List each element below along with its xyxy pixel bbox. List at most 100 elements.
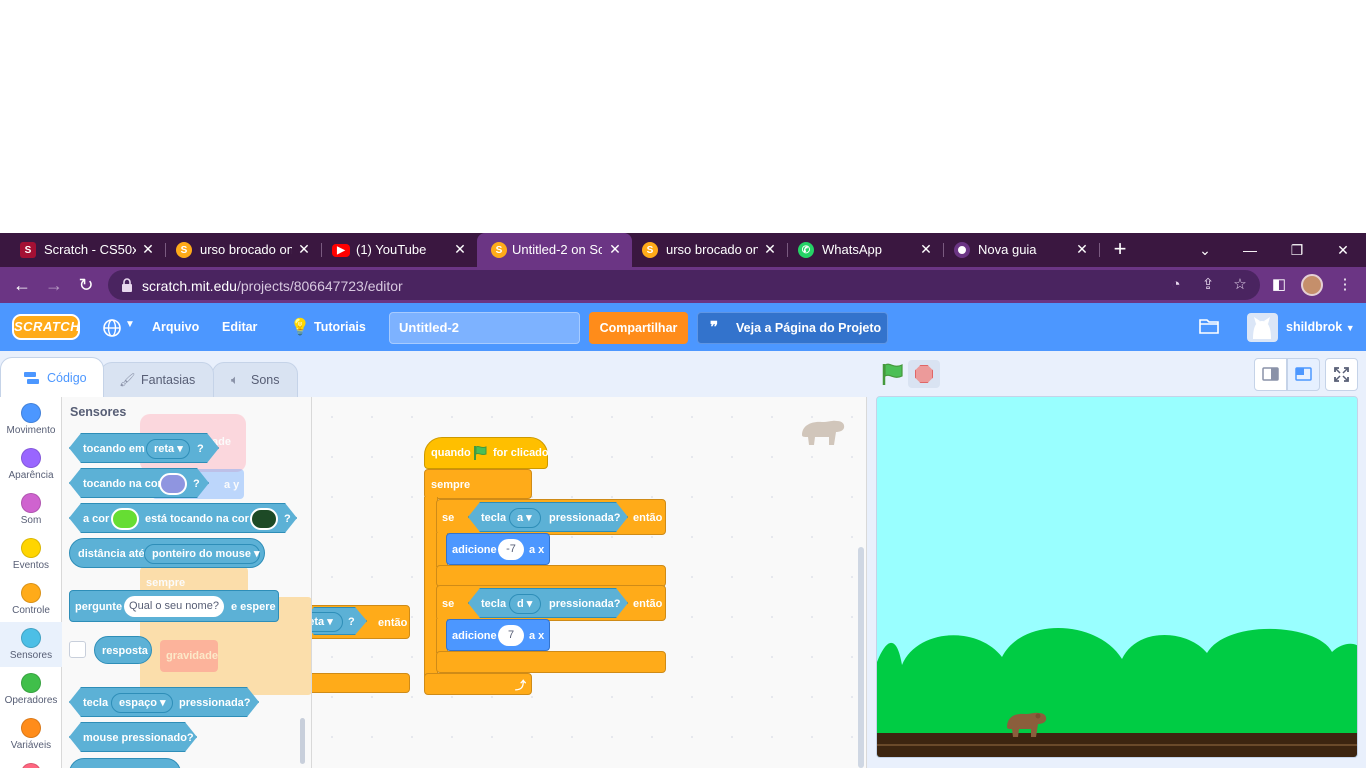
menu-kebab-icon[interactable]: ⋮ <box>1335 275 1355 295</box>
touching-object-block[interactable]: tocando em reta ▾ ? <box>69 433 219 463</box>
url-domain: scratch.mit.edu <box>142 278 237 294</box>
question-mark: ? <box>348 616 355 628</box>
key-dropdown-a[interactable]: a ▾ <box>509 508 541 528</box>
answer-label: resposta <box>102 645 148 657</box>
menu-tutorials[interactable]: Tutoriais <box>314 303 366 351</box>
forward-arrow-icon[interactable]: → <box>43 274 65 296</box>
share-icon[interactable]: ⇪ <box>1198 275 1218 295</box>
color-touching-color-block[interactable]: a cor está tocando na cor ? <box>69 503 297 533</box>
ask-and-wait-block[interactable]: pergunte Qual o seu nome? e espere <box>69 590 279 622</box>
answer-reporter-block[interactable]: resposta <box>94 636 152 664</box>
category-motion[interactable]: Movimento <box>0 397 62 442</box>
share-button[interactable]: Compartilhar <box>589 312 688 344</box>
my-stuff-folder-icon[interactable] <box>1199 317 1219 335</box>
key-dropdown-d[interactable]: d ▾ <box>509 594 541 614</box>
scratch-icon: S <box>176 242 192 258</box>
next-sensing-block[interactable] <box>69 758 181 768</box>
category-sensing[interactable]: Sensores <box>0 622 62 667</box>
forever-block-top[interactable]: sempre <box>424 469 532 499</box>
script-area[interactable]: então reta ▾ ? quando for clicado sempre… <box>312 397 867 768</box>
user-avatar[interactable] <box>1247 313 1278 342</box>
change-x-value-input[interactable]: 7 <box>498 625 524 646</box>
touching-object-dropdown[interactable]: reta ▾ <box>146 439 190 459</box>
touching-color-block[interactable]: tocando na cor ? <box>69 468 209 498</box>
menu-edit[interactable]: Editar <box>222 303 257 351</box>
close-icon[interactable]: ✕ <box>295 240 313 258</box>
performance-icon[interactable]: ◔ <box>1166 275 1186 295</box>
color-swatch-green[interactable] <box>111 508 139 530</box>
change-x-block-1[interactable]: adicione -7 a x <box>446 533 550 565</box>
key-pressed-block-1[interactable]: tecla a ▾ pressionada? <box>468 502 628 532</box>
script-area-scrollbar[interactable] <box>858 547 864 768</box>
if-label: se <box>442 598 455 610</box>
browser-tab[interactable]: S Scratch - CS50x 2 ✕ <box>0 233 165 267</box>
see-project-page-button[interactable]: ❞ Veja a Página do Projeto <box>697 312 888 344</box>
category-looks[interactable]: Aparência <box>0 442 62 487</box>
stage[interactable] <box>876 396 1358 758</box>
window-close-icon[interactable]: ✕ <box>1331 239 1355 261</box>
category-variables[interactable]: Variáveis <box>0 712 62 757</box>
scratch-logo[interactable]: SCRATCH <box>12 314 80 340</box>
browser-tab[interactable]: ▶ (1) YouTube ✕ <box>312 233 477 267</box>
browser-tab-active[interactable]: S Untitled-2 on Scr ✕ <box>477 233 632 267</box>
distance-dropdown[interactable]: ponteiro do mouse ▾ <box>144 544 260 564</box>
category-operators[interactable]: Operadores <box>0 667 62 712</box>
browser-tab[interactable]: S urso brocado on ✕ <box>156 233 321 267</box>
language-caret-icon[interactable]: ▼ <box>125 319 135 330</box>
mouse-down-block[interactable]: mouse pressionado? <box>69 722 197 752</box>
when-flag-clicked-block[interactable]: quando for clicado <box>424 437 549 469</box>
palette-scrollbar[interactable] <box>300 718 305 764</box>
address-bar[interactable]: scratch.mit.edu/projects/806647723/edito… <box>108 270 1260 300</box>
category-label: Variáveis <box>10 740 52 751</box>
stop-button[interactable] <box>908 360 940 388</box>
fullscreen-button[interactable] <box>1325 358 1358 391</box>
close-icon[interactable]: ✕ <box>917 240 935 258</box>
close-icon[interactable]: ✕ <box>761 240 779 258</box>
bookmark-star-icon[interactable]: ☆ <box>1230 275 1250 295</box>
project-title-input[interactable]: Untitled-2 <box>389 312 580 344</box>
tab-sounds[interactable]: 🔈︎ Sons <box>212 362 298 398</box>
browser-tab[interactable]: S urso brocado on ✕ <box>622 233 787 267</box>
tab-search-chevron-icon[interactable]: ⌄ <box>1193 239 1217 261</box>
tab-title: urso brocado on <box>666 242 758 257</box>
change-x-block-2[interactable]: adicione 7 a x <box>446 619 550 651</box>
minimize-icon[interactable]: — <box>1238 239 1262 261</box>
username-label: shildbrok <box>1286 320 1343 334</box>
tab-costumes[interactable]: 🖌︎ Fantasias <box>100 362 214 398</box>
close-icon[interactable]: ✕ <box>1073 240 1091 258</box>
category-myblocks[interactable] <box>0 757 62 768</box>
menu-file[interactable]: Arquivo <box>152 303 199 351</box>
green-flag-run-icon[interactable] <box>880 362 904 386</box>
color-swatch-purple[interactable] <box>159 473 187 495</box>
close-icon[interactable]: ✕ <box>139 240 157 258</box>
color-swatch-darkgreen[interactable] <box>250 508 278 530</box>
back-arrow-icon[interactable]: ← <box>11 274 33 296</box>
large-stage-button[interactable] <box>1287 358 1320 391</box>
maximize-icon[interactable]: ❐ <box>1285 239 1309 261</box>
side-panel-icon[interactable]: ◧ <box>1269 275 1289 295</box>
dropdown-reta[interactable]: reta ▾ <box>312 612 343 632</box>
close-icon[interactable]: ✕ <box>451 240 469 258</box>
category-dot <box>21 673 41 693</box>
category-events[interactable]: Eventos <box>0 532 62 577</box>
tab-code[interactable]: Código <box>0 357 104 398</box>
key-dropdown[interactable]: espaço ▾ <box>111 693 173 713</box>
distance-to-block[interactable]: distância até ponteiro do mouse ▾ <box>69 538 265 568</box>
category-sound[interactable]: Som <box>0 487 62 532</box>
small-stage-button[interactable] <box>1254 358 1287 391</box>
browser-tab[interactable]: ✆ WhatsApp ✕ <box>778 233 943 267</box>
key-pressed-block[interactable]: tecla espaço ▾ pressionada? <box>69 687 259 717</box>
profile-avatar[interactable] <box>1301 274 1323 296</box>
new-tab-plus-icon[interactable]: + <box>1108 238 1132 262</box>
globe-icon[interactable] <box>102 318 122 338</box>
see-project-label: Veja a Página do Projeto <box>736 321 882 335</box>
ask-question-input[interactable]: Qual o seu nome? <box>124 596 224 617</box>
key-pressed-block-2[interactable]: tecla d ▾ pressionada? <box>468 588 628 618</box>
username[interactable]: shildbrok ▼ <box>1286 303 1355 351</box>
category-control[interactable]: Controle <box>0 577 62 622</box>
category-label: Operadores <box>4 695 58 706</box>
answer-checkbox[interactable] <box>69 641 86 658</box>
browser-tab[interactable]: Nova guia ✕ <box>934 233 1099 267</box>
change-x-value-input[interactable]: -7 <box>498 539 524 560</box>
reload-icon[interactable]: ↻ <box>75 274 97 296</box>
